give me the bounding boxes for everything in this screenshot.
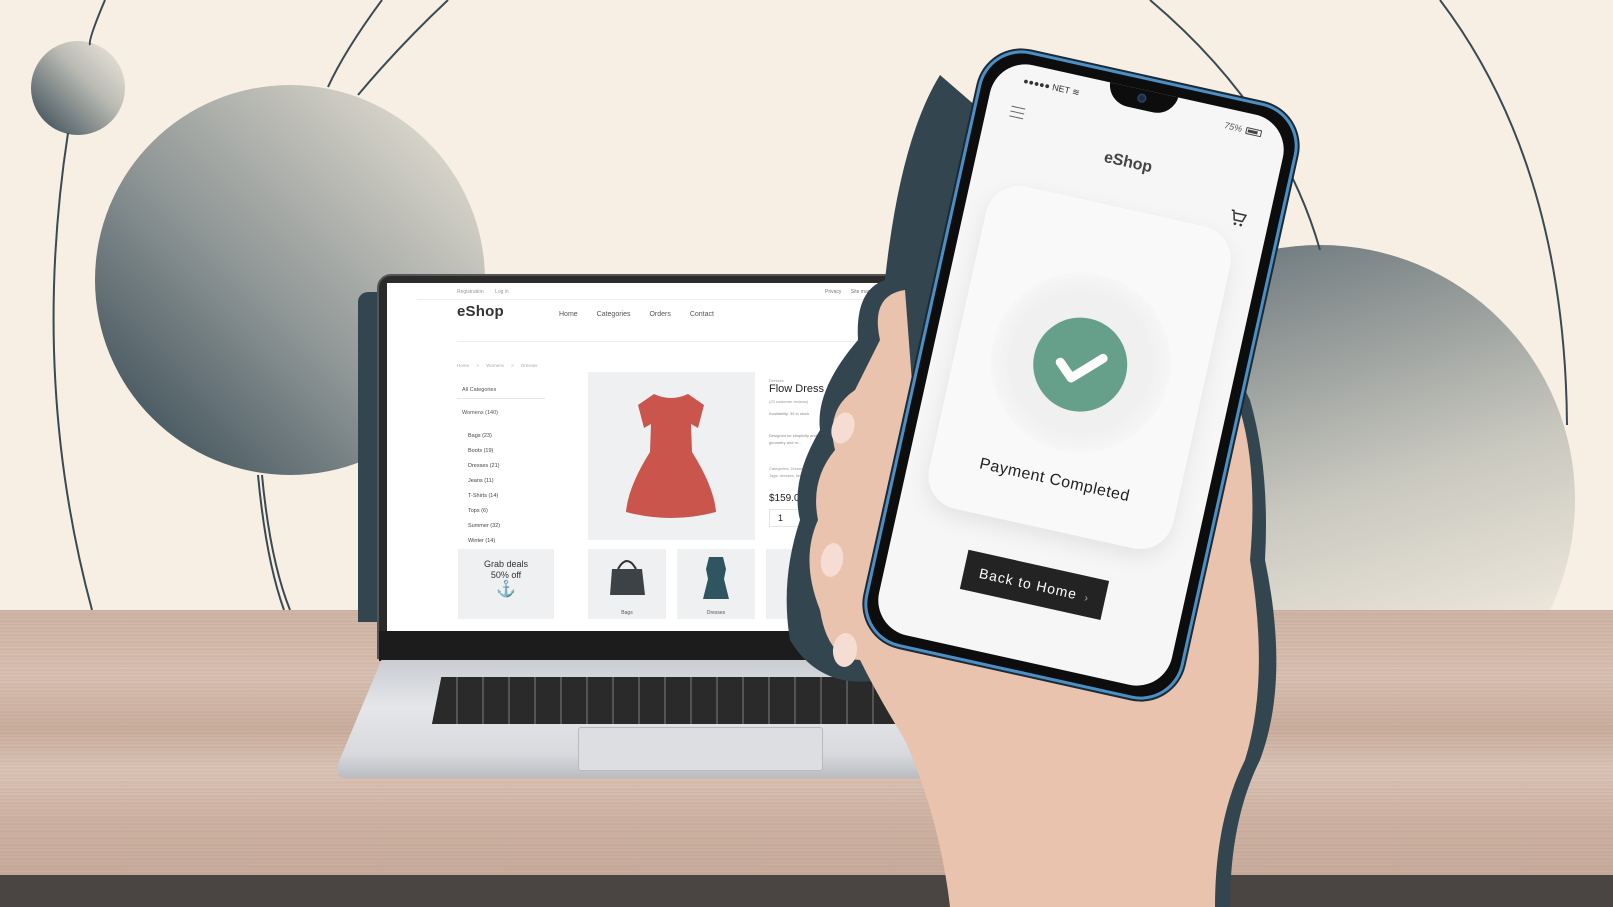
cart-icon[interactable] <box>1226 207 1249 233</box>
status-signal: ●●●●● NET ≋ <box>1022 75 1081 99</box>
payment-status-card: Payment Completed <box>921 179 1238 556</box>
signal-text: ●●●●● NET <box>1022 75 1071 96</box>
success-check-icon <box>1024 308 1137 421</box>
phone-notch <box>1105 80 1179 118</box>
back-to-home-button[interactable]: Back to Home › <box>959 549 1110 621</box>
hand-illustration <box>786 75 1277 907</box>
camera-icon <box>1136 92 1148 104</box>
payment-message: Payment Completed <box>977 455 1132 506</box>
wifi-icon: ≋ <box>1071 86 1081 98</box>
chevron-right-icon: › <box>1083 592 1091 605</box>
hamburger-menu-icon[interactable] <box>1008 105 1026 124</box>
button-label: Back to Home <box>977 564 1079 603</box>
battery-icon <box>1245 126 1263 137</box>
status-battery: 75% <box>1223 120 1263 138</box>
battery-percent: 75% <box>1223 120 1244 134</box>
